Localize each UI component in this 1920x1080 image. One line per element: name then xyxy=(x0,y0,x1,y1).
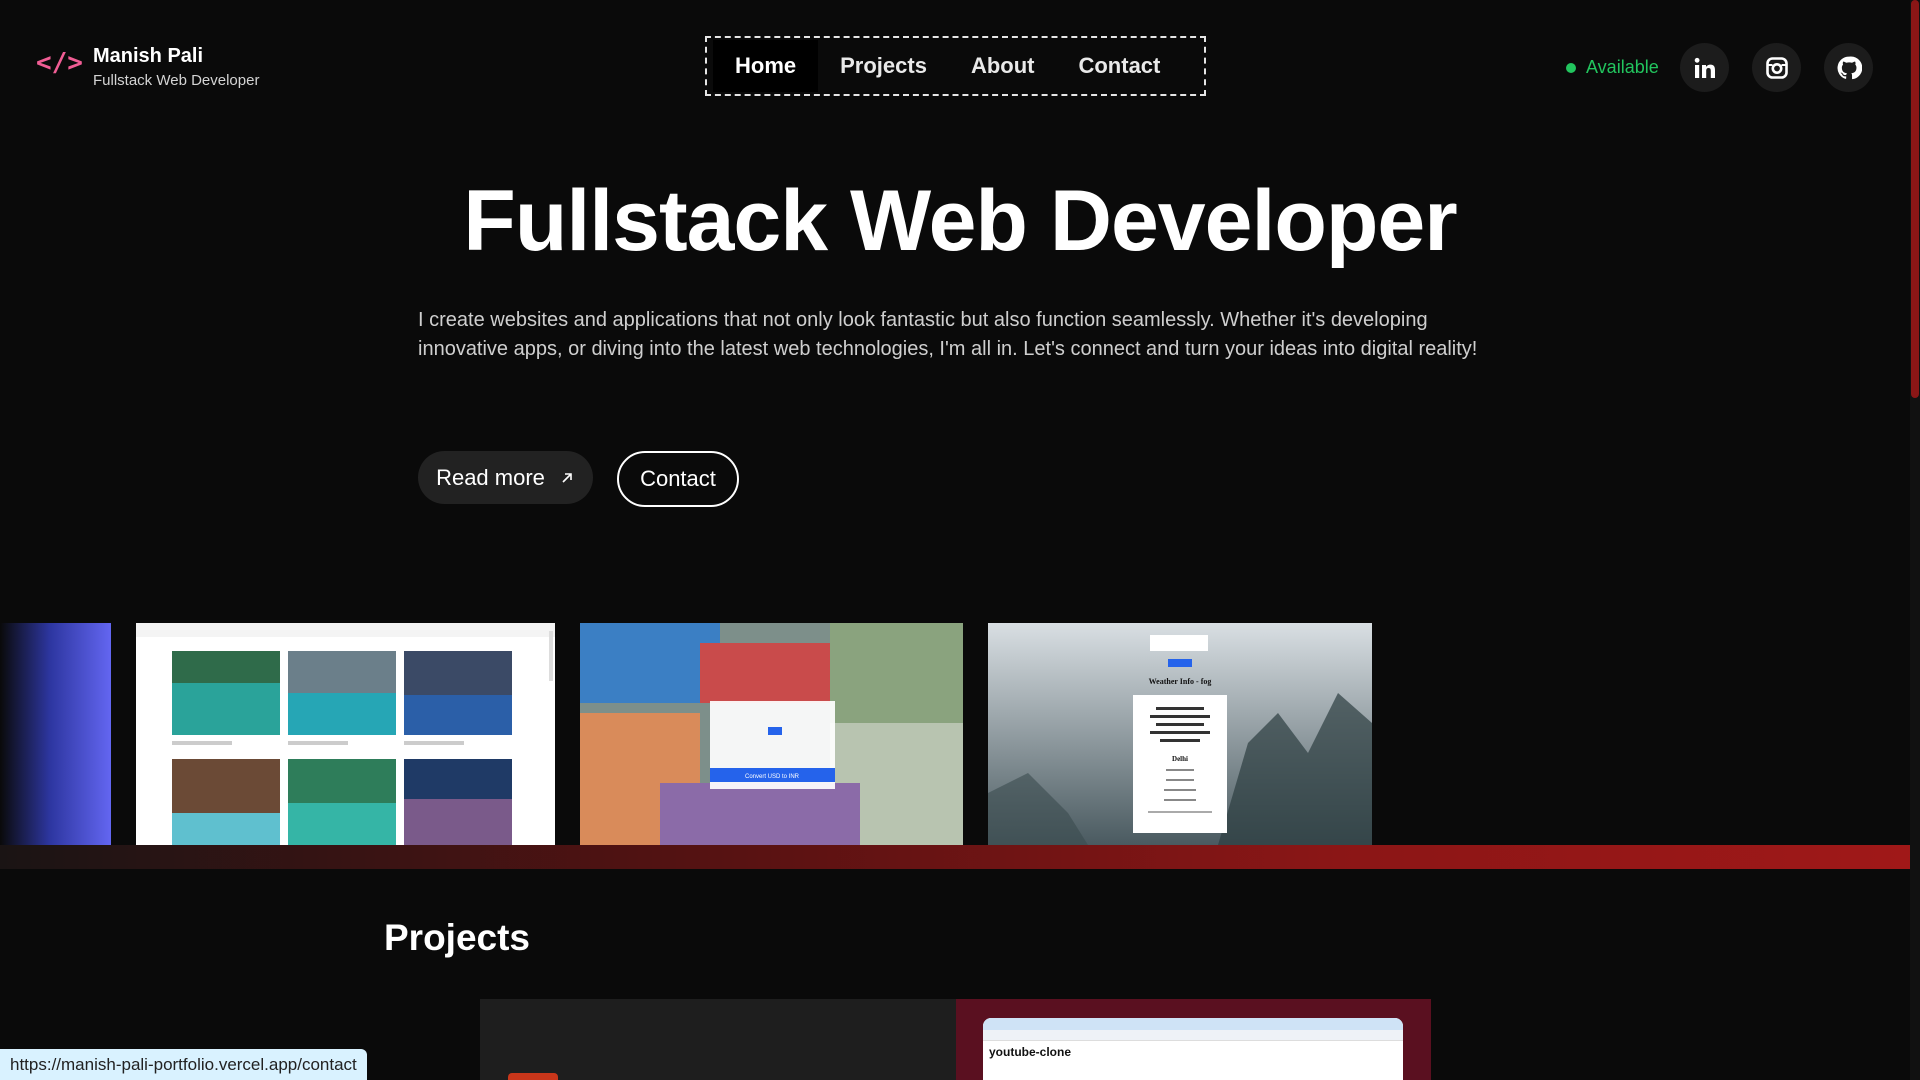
weather-city-label: Delhi xyxy=(1172,755,1188,763)
arrow-up-right-icon xyxy=(562,472,572,483)
main-nav: Home Projects About Contact xyxy=(705,36,1206,96)
section-divider-bar xyxy=(0,845,1910,869)
read-more-button[interactable]: Read more xyxy=(418,451,593,504)
availability-status: Available xyxy=(1566,57,1659,78)
project-card-title: youtube-clone xyxy=(989,1045,1072,1059)
logo-icon[interactable]: </> xyxy=(36,48,83,82)
thumbnail-browser-tabs xyxy=(983,1018,1403,1030)
status-label: Available xyxy=(1586,57,1659,77)
carousel-slide-partial[interactable] xyxy=(0,623,111,845)
project-thumbnail[interactable]: youtube-clone xyxy=(983,1018,1403,1080)
projects-heading: Projects xyxy=(384,917,531,958)
nav-about[interactable]: About xyxy=(949,40,1057,92)
brand-name: Manish Pali xyxy=(93,45,204,67)
travel-site-screenshot xyxy=(136,623,555,845)
github-icon xyxy=(1837,55,1862,79)
carousel-slide-weather[interactable]: Weather Info - fog Delhi xyxy=(988,623,1372,845)
contact-button[interactable]: Contact xyxy=(617,451,739,507)
currency-converter-screenshot: Convert USD to INR xyxy=(580,623,963,845)
linkedin-icon xyxy=(1694,57,1715,78)
carousel-fade xyxy=(1810,623,1920,845)
nav-home[interactable]: Home xyxy=(713,40,819,92)
page-scrollbar-thumb[interactable] xyxy=(1911,0,1919,398)
github-button[interactable] xyxy=(1824,43,1873,92)
status-dot-icon xyxy=(1566,62,1576,73)
nav-projects[interactable]: Projects xyxy=(818,40,949,92)
project-card-accent xyxy=(508,1073,558,1080)
instagram-button[interactable] xyxy=(1752,43,1801,92)
weather-title-label: Weather Info - fog xyxy=(1149,677,1212,686)
brand-role: Fullstack Web Developer xyxy=(93,72,260,89)
link-status-url: https://manish-pali-portfolio.vercel.app… xyxy=(0,1049,367,1080)
nav-contact[interactable]: Contact xyxy=(1056,40,1182,92)
currency-convert-label: Convert USD to INR xyxy=(745,774,800,780)
linkedin-button[interactable] xyxy=(1680,43,1729,92)
thumbnail-url-bar xyxy=(983,1030,1403,1041)
contact-label: Contact xyxy=(640,466,716,491)
hero-title: Fullstack Web Developer xyxy=(463,173,1457,269)
carousel-slide-currency[interactable]: Convert USD to INR xyxy=(580,623,963,845)
weather-app-screenshot: Weather Info - fog Delhi xyxy=(988,623,1372,845)
read-more-label: Read more xyxy=(436,464,545,490)
project-card-info[interactable] xyxy=(480,999,956,1080)
hero-description: I create websites and applications that … xyxy=(418,309,1478,360)
carousel-slide-travel[interactable] xyxy=(136,623,555,845)
instagram-icon xyxy=(1765,56,1788,79)
